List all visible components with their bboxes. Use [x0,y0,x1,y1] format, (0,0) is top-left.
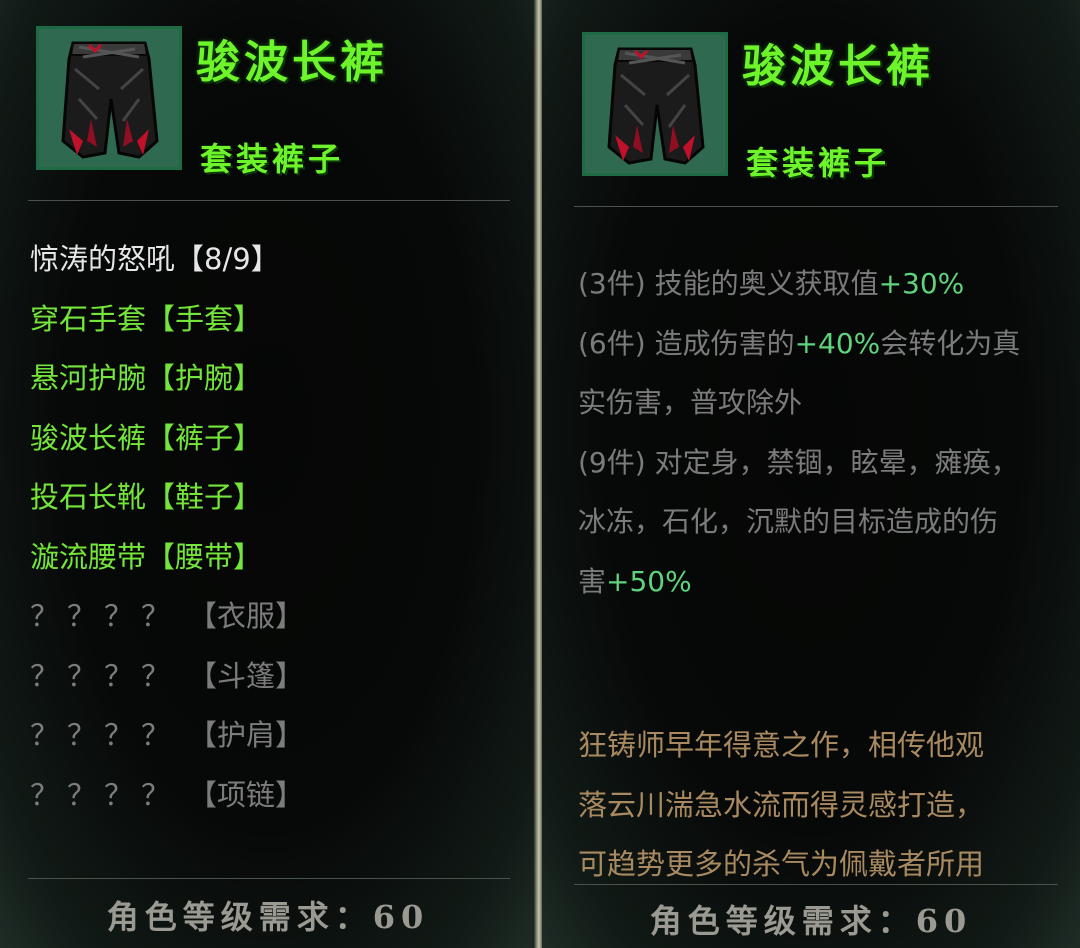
set-piece-item: 投石长靴【鞋子】 [30,480,263,514]
set-bonus-line: (9件) 对定身，禁锢，眩晕，瘫痪， [578,445,1019,479]
set-piece-unknown: ？？？？ 【斗篷】 [30,658,305,693]
item-name: 骏波长裤 [742,41,934,92]
set-piece-item: 悬河护腕【护腕】 [30,361,263,395]
item-icon-frame [582,32,728,176]
item-type: 套装裤子 [200,140,345,178]
set-tooltip-panel: 骏波长裤 套装裤子 惊涛的怒吼【8/9】 穿石手套【手套】 悬河护腕【护腕】 骏… [0,0,536,948]
set-bonus-line: 实伤害，普攻除外 [578,386,803,419]
pants-icon [585,35,725,173]
pants-icon [39,29,179,167]
set-piece-unknown: ？？？？ 【项链】 [30,777,305,812]
item-name: 骏波长裤 [196,37,388,88]
set-bonus-line: 冰冻，石化，沉默的目标造成的伤 [578,505,999,538]
divider [574,884,1058,885]
set-bonus-line: (3件) 技能的奥义获取值+30% [578,267,965,300]
divider [28,878,510,879]
item-lore: 狂铸师早年得意之作，相传他观 落云川湍急水流而得灵感打造， 可趋势更多的杀气为佩… [578,716,1058,895]
level-requirement: 角色等级需求：60 [106,898,430,936]
level-requirement: 角色等级需求：60 [649,902,973,940]
set-bonus-line: 害+50% [578,564,692,598]
set-piece-list: 惊涛的怒吼【8/9】 穿石手套【手套】 悬河护腕【护腕】 骏波长裤【裤子】 投石… [30,236,304,831]
set-piece-unknown: ？？？？ 【护肩】 [30,718,305,752]
set-bonus-list: (3件) 技能的奥义获取值+30% (6件) 造成伤害的+40%会转化为真 实伤… [578,254,1048,611]
lore-line: 落云川湍急水流而得灵感打造， [578,787,985,822]
set-piece-item: 骏波长裤【裤子】 [30,420,263,455]
item-icon-frame [36,26,182,170]
set-piece-unknown: ？？？？ 【衣服】 [30,599,305,633]
lore-line: 可趋势更多的杀气为佩戴者所用 [578,847,985,881]
set-bonus-line: (6件) 造成伤害的+40%会转化为真 [578,326,1021,360]
bonus-tooltip-panel: 骏波长裤 套装裤子 (3件) 技能的奥义获取值+30% (6件) 造成伤害的+4… [542,0,1080,948]
divider [574,206,1058,207]
set-piece-item: 穿石手套【手套】 [30,301,263,336]
lore-line: 狂铸师早年得意之作，相传他观 [578,728,985,762]
set-piece-item: 漩流腰带【腰带】 [30,539,263,574]
set-title: 惊涛的怒吼【8/9】 [30,242,280,276]
divider [28,200,510,201]
item-type: 套装裤子 [746,144,891,182]
